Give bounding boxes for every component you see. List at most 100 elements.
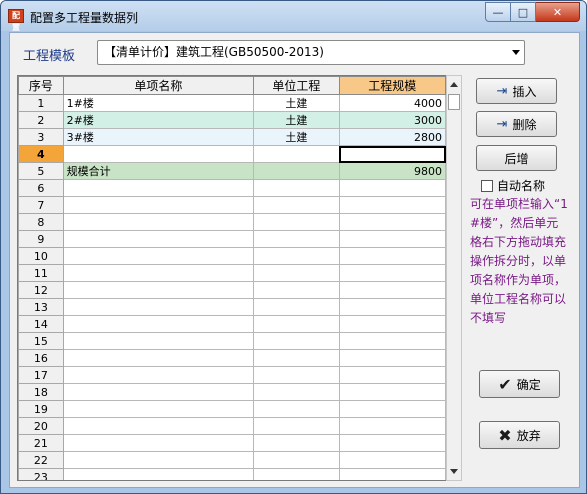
- header-seq[interactable]: 序号: [18, 76, 64, 95]
- grid-row[interactable]: 11: [18, 264, 447, 282]
- grid-row[interactable]: 16: [18, 349, 447, 367]
- project-scale-cell[interactable]: [338, 366, 447, 384]
- auto-name-checkbox[interactable]: [481, 179, 493, 192]
- grid-row[interactable]: 18: [18, 383, 447, 401]
- item-name-cell[interactable]: [62, 417, 255, 435]
- grid-row[interactable]: 1 1#楼 土建 4000: [18, 94, 447, 112]
- item-name-cell[interactable]: [62, 332, 255, 350]
- scroll-up-icon[interactable]: [450, 82, 458, 87]
- cancel-button[interactable]: ✖ 放弃: [479, 421, 560, 449]
- unit-project-cell[interactable]: 土建: [253, 94, 340, 112]
- project-scale-cell[interactable]: [338, 349, 447, 367]
- header-unit-project[interactable]: 单位工程: [253, 76, 340, 95]
- item-name-cell[interactable]: 1#楼: [62, 94, 255, 112]
- item-name-cell[interactable]: [62, 434, 255, 452]
- project-scale-cell[interactable]: [338, 145, 447, 163]
- project-scale-cell[interactable]: 2800: [338, 128, 447, 146]
- data-grid[interactable]: 序号 单项名称 单位工程 工程规模 1 1#楼 土建 4000 2 2#楼 土建 3000 3 3…: [17, 75, 462, 481]
- item-name-cell[interactable]: [62, 451, 255, 469]
- grid-row[interactable]: 4: [18, 145, 447, 163]
- grid-row[interactable]: 17: [18, 366, 447, 384]
- title-bar[interactable]: 配置 配置多工程量数据列 — □ ✕: [1, 1, 586, 32]
- delete-button[interactable]: ⇥ 删除: [476, 111, 557, 137]
- unit-project-cell[interactable]: [253, 468, 340, 480]
- unit-project-cell[interactable]: [253, 264, 340, 282]
- project-scale-cell[interactable]: [338, 315, 447, 333]
- close-button[interactable]: ✕: [536, 2, 580, 22]
- unit-project-cell[interactable]: [253, 298, 340, 316]
- grid-row[interactable]: 9: [18, 230, 447, 248]
- item-name-cell[interactable]: [62, 383, 255, 401]
- item-name-cell[interactable]: [62, 281, 255, 299]
- project-scale-cell[interactable]: [338, 400, 447, 418]
- unit-project-cell[interactable]: [253, 281, 340, 299]
- grid-row[interactable]: 7: [18, 196, 447, 214]
- project-scale-cell[interactable]: [338, 417, 447, 435]
- header-project-scale[interactable]: 工程规模: [338, 76, 447, 95]
- project-scale-cell[interactable]: [338, 468, 447, 480]
- item-name-cell[interactable]: [62, 196, 255, 214]
- auto-name-checkbox-row[interactable]: 自动名称: [481, 177, 545, 194]
- project-scale-cell[interactable]: 9800: [338, 162, 447, 180]
- project-scale-cell[interactable]: [338, 434, 447, 452]
- unit-project-cell[interactable]: [253, 434, 340, 452]
- item-name-cell[interactable]: 规模合计: [62, 162, 255, 180]
- grid-row[interactable]: 2 2#楼 土建 3000: [18, 111, 447, 129]
- item-name-cell[interactable]: [62, 230, 255, 248]
- item-name-cell[interactable]: 2#楼: [62, 111, 255, 129]
- grid-row[interactable]: 19: [18, 400, 447, 418]
- template-select[interactable]: 【清单计价】建筑工程(GB50500-2013): [97, 40, 525, 65]
- item-name-cell[interactable]: [62, 145, 255, 163]
- minimize-button[interactable]: —: [485, 2, 511, 22]
- project-scale-cell[interactable]: [338, 383, 447, 401]
- project-scale-cell[interactable]: 3000: [338, 111, 447, 129]
- grid-row[interactable]: 10: [18, 247, 447, 265]
- scroll-down-icon[interactable]: [450, 469, 458, 474]
- project-scale-cell[interactable]: [338, 196, 447, 214]
- unit-project-cell[interactable]: 土建: [253, 111, 340, 129]
- unit-project-cell[interactable]: [253, 230, 340, 248]
- unit-project-cell[interactable]: 土建: [253, 128, 340, 146]
- project-scale-cell[interactable]: [338, 230, 447, 248]
- ok-button[interactable]: ✔ 确定: [479, 370, 560, 398]
- grid-row[interactable]: 21: [18, 434, 447, 452]
- unit-project-cell[interactable]: [253, 247, 340, 265]
- grid-row[interactable]: 14: [18, 315, 447, 333]
- grid-row[interactable]: 22: [18, 451, 447, 469]
- grid-row[interactable]: 12: [18, 281, 447, 299]
- unit-project-cell[interactable]: [253, 383, 340, 401]
- unit-project-cell[interactable]: [253, 315, 340, 333]
- item-name-cell[interactable]: [62, 400, 255, 418]
- grid-row[interactable]: 8: [18, 213, 447, 231]
- unit-project-cell[interactable]: [253, 162, 340, 180]
- grid-row[interactable]: 6: [18, 179, 447, 197]
- item-name-cell[interactable]: [62, 298, 255, 316]
- project-scale-cell[interactable]: 4000: [338, 94, 447, 112]
- project-scale-cell[interactable]: [338, 298, 447, 316]
- grid-row[interactable]: 3 3#楼 土建 2800: [18, 128, 447, 146]
- grid-scrollbar[interactable]: [446, 75, 462, 481]
- project-scale-cell[interactable]: [338, 332, 447, 350]
- unit-project-cell[interactable]: [253, 332, 340, 350]
- item-name-cell[interactable]: [62, 349, 255, 367]
- project-scale-cell[interactable]: [338, 451, 447, 469]
- unit-project-cell[interactable]: [253, 145, 340, 163]
- grid-row[interactable]: 13: [18, 298, 447, 316]
- item-name-cell[interactable]: [62, 366, 255, 384]
- unit-project-cell[interactable]: [253, 349, 340, 367]
- append-button[interactable]: 后增: [476, 145, 557, 171]
- grid-row[interactable]: 5 规模合计 9800: [18, 162, 447, 180]
- grid-row[interactable]: 20: [18, 417, 447, 435]
- item-name-cell[interactable]: [62, 179, 255, 197]
- project-scale-cell[interactable]: [338, 264, 447, 282]
- unit-project-cell[interactable]: [253, 451, 340, 469]
- item-name-cell[interactable]: [62, 264, 255, 282]
- project-scale-cell[interactable]: [338, 213, 447, 231]
- unit-project-cell[interactable]: [253, 400, 340, 418]
- project-scale-cell[interactable]: [338, 179, 447, 197]
- unit-project-cell[interactable]: [253, 417, 340, 435]
- item-name-cell[interactable]: [62, 213, 255, 231]
- item-name-cell[interactable]: 3#楼: [62, 128, 255, 146]
- unit-project-cell[interactable]: [253, 366, 340, 384]
- insert-button[interactable]: ⇥ 插入: [476, 78, 557, 104]
